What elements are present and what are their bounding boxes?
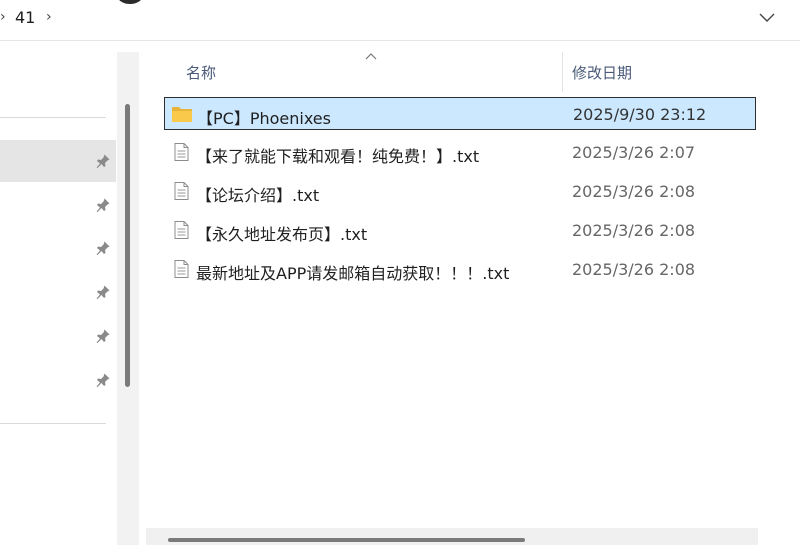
file-date: 2025/3/26 2:08	[572, 182, 696, 201]
file-date: 2025/3/26 2:08	[572, 221, 696, 240]
column-header-date-modified[interactable]: 修改日期	[572, 62, 632, 83]
breadcrumb-folder-41[interactable]: 41	[15, 8, 35, 27]
text-file-icon	[174, 221, 189, 239]
nav-scrollbar[interactable]	[117, 52, 139, 545]
file-name: 【永久地址发布页】.txt	[196, 225, 368, 244]
file-name: 最新地址及APP请发邮箱自动获取！！！.txt	[196, 264, 510, 283]
file-row-phoenixes-folder[interactable]: 【PC】Phoenixes 2025/9/30 23:12	[164, 97, 756, 130]
horizontal-scrollbar-thumb[interactable]	[168, 538, 525, 542]
file-date: 2025/3/26 2:07	[572, 143, 696, 162]
nav-quick-access-item-5[interactable]	[0, 315, 116, 357]
file-name: 【PC】Phoenixes	[197, 109, 331, 128]
chevron-down-icon[interactable]	[757, 10, 777, 26]
file-name: 【来了就能下载和观看！纯免费！】.txt	[196, 147, 480, 166]
sort-arrow-icon	[365, 53, 377, 60]
pin-icon	[96, 285, 110, 299]
right-margin	[758, 52, 800, 545]
file-row-txt-2[interactable]: 【论坛介绍】.txt 2025/3/26 2:08	[164, 175, 756, 208]
horizontal-scrollbar[interactable]	[146, 528, 758, 545]
file-date: 2025/9/30 23:12	[573, 105, 707, 124]
nav-scrollbar-thumb[interactable]	[125, 104, 130, 387]
nav-divider	[0, 117, 106, 118]
folder-icon	[172, 107, 192, 122]
pin-icon	[96, 373, 110, 387]
nav-quick-access-item-2[interactable]	[0, 184, 116, 226]
file-date: 2025/3/26 2:08	[572, 260, 696, 279]
column-header-name[interactable]: 名称	[186, 62, 216, 83]
column-divider[interactable]	[562, 52, 563, 92]
file-row-txt-4[interactable]: 最新地址及APP请发邮箱自动获取！！！.txt 2025/3/26 2:08	[164, 253, 756, 286]
nav-divider	[0, 423, 106, 424]
text-file-icon	[174, 143, 189, 161]
file-row-txt-1[interactable]: 【来了就能下载和观看！纯免费！】.txt 2025/3/26 2:07	[164, 136, 756, 169]
navigation-pane	[0, 41, 122, 545]
file-name: 【论坛介绍】.txt	[196, 186, 320, 205]
pin-icon	[96, 154, 110, 168]
text-file-icon	[174, 182, 189, 200]
file-list: 名称 修改日期 【PC】Phoenixes 2025/9/30 23:12 【来…	[146, 52, 758, 528]
nav-quick-access-item-6[interactable]	[0, 359, 116, 401]
nav-quick-access-item-1[interactable]	[0, 140, 116, 182]
user-avatar-icon	[117, 0, 143, 4]
pin-icon	[96, 198, 110, 212]
pin-icon	[96, 329, 110, 343]
breadcrumb-separator: ›	[46, 9, 52, 25]
file-row-txt-3[interactable]: 【永久地址发布页】.txt 2025/3/26 2:08	[164, 214, 756, 247]
pin-icon	[96, 241, 110, 255]
nav-quick-access-item-4[interactable]	[0, 271, 116, 313]
text-file-icon	[174, 260, 189, 278]
nav-quick-access-item-3[interactable]	[0, 227, 116, 269]
address-bar[interactable]: › 41 ›	[0, 0, 800, 41]
breadcrumb-separator: ›	[0, 9, 6, 25]
